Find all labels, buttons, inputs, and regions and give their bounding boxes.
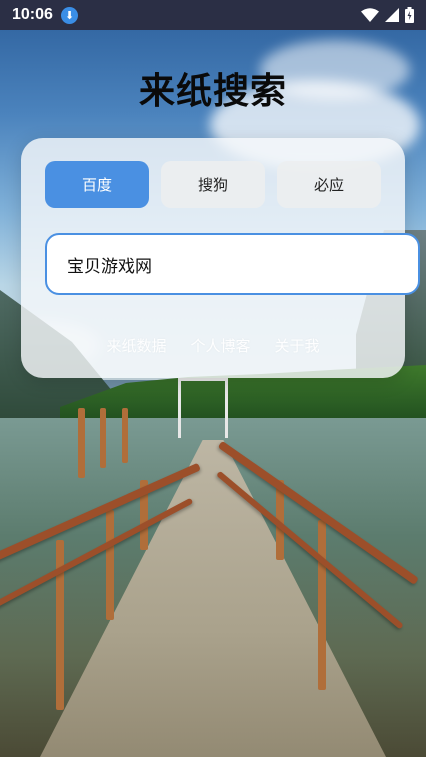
wifi-icon xyxy=(361,8,379,22)
pier-post xyxy=(100,408,106,468)
tab-sogou[interactable]: 搜狗 xyxy=(161,161,265,208)
signal-icon xyxy=(385,8,399,22)
tab-bing[interactable]: 必应 xyxy=(277,161,381,208)
status-icons xyxy=(361,7,414,23)
pier-post xyxy=(78,408,85,478)
app-title: 来纸搜索 xyxy=(138,71,287,112)
pier-frame xyxy=(178,378,228,438)
search-input[interactable] xyxy=(45,233,420,295)
pier-post xyxy=(122,408,128,463)
footer-links: 来纸数据 个人博客 关于我 xyxy=(21,335,405,356)
link-about-me[interactable]: 关于我 xyxy=(275,335,320,356)
download-icon: ⬇ xyxy=(60,6,78,24)
pier-post xyxy=(106,510,114,620)
status-bar: 10:06 ⬇ xyxy=(0,0,426,30)
battery-icon xyxy=(405,7,414,23)
status-time: 10:06 xyxy=(12,6,53,23)
pier-post xyxy=(318,520,326,690)
link-laizhi-data[interactable]: 来纸数据 xyxy=(106,335,166,356)
search-card: 百度 搜狗 必应 来纸数据 个人博客 关于我 xyxy=(21,138,420,378)
tab-baidu[interactable]: 百度 xyxy=(45,161,149,208)
engine-tabs: 百度 搜狗 必应 xyxy=(45,161,381,208)
link-personal-blog[interactable]: 个人博客 xyxy=(190,335,250,356)
